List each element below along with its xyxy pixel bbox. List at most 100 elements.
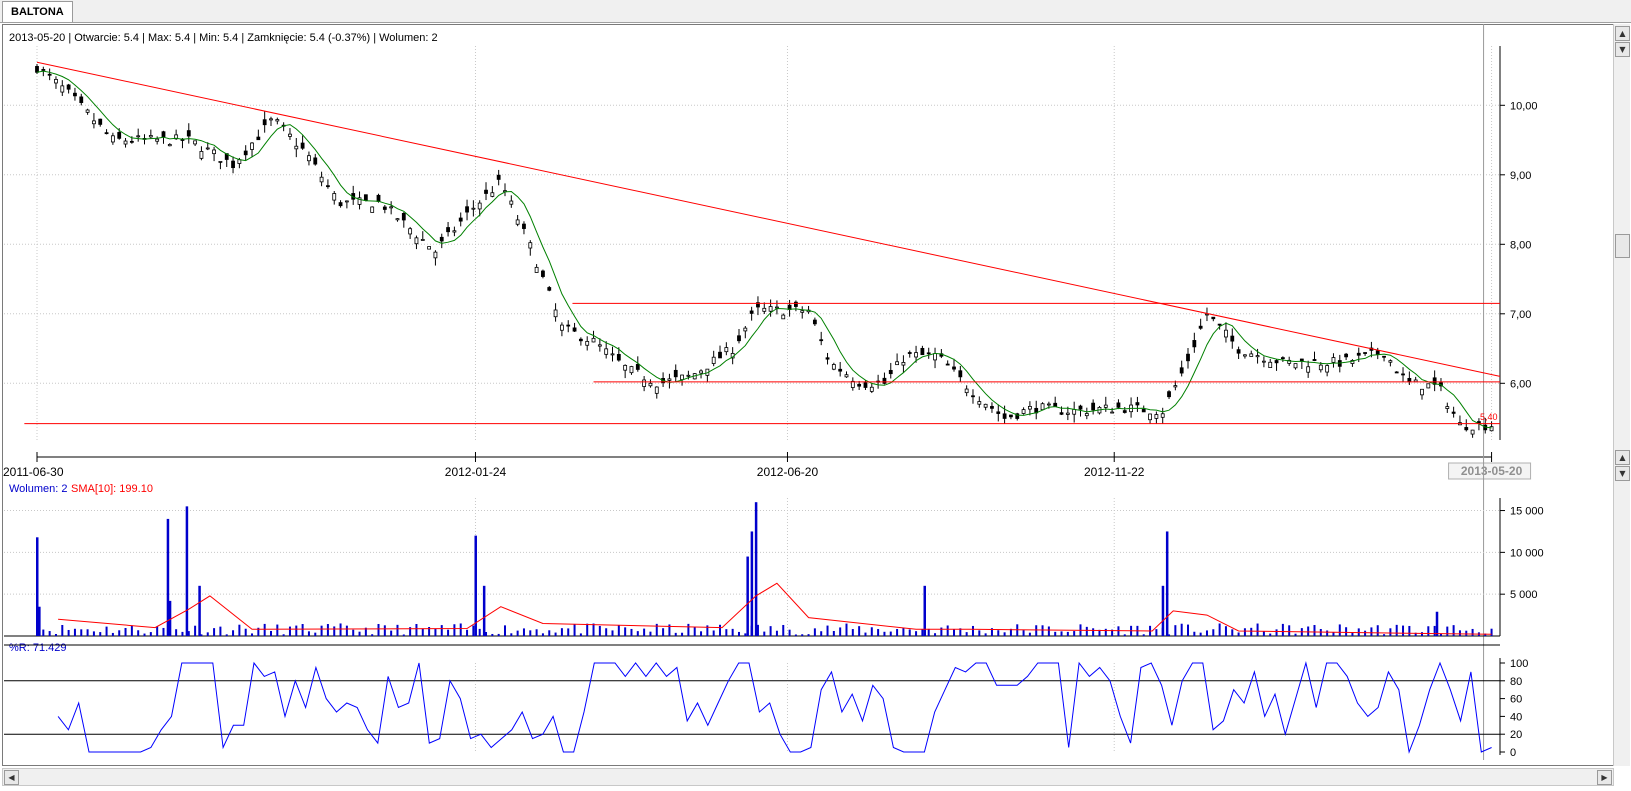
candle-body (1116, 402, 1121, 408)
candle-body (1407, 378, 1412, 383)
candle-body (439, 236, 444, 242)
volume-bar (1174, 625, 1177, 636)
volume-bar (687, 623, 690, 636)
candle-body (1217, 323, 1222, 326)
volume-bar (276, 624, 279, 636)
scroll-right-icon[interactable]: ▶ (1597, 770, 1612, 785)
candle-body (275, 119, 280, 122)
y-tick-label: 9,00 (1510, 170, 1531, 182)
candle-body (250, 142, 254, 150)
candle-body (363, 194, 368, 201)
wr-y-tick-label: 100 (1510, 658, 1528, 670)
scroll-up-icon[interactable]: ▲ (1615, 26, 1630, 41)
candle-body (288, 133, 292, 137)
candle-body (66, 84, 71, 90)
volume-bar (978, 630, 981, 636)
candle-body (1224, 329, 1228, 338)
horizontal-scrollbar[interactable]: ◀ ▶ (2, 768, 1614, 786)
volume-bar (156, 626, 159, 636)
candle-body (882, 377, 887, 384)
candle-body (888, 369, 893, 375)
candle-body (1091, 402, 1096, 411)
volume-bar (194, 625, 197, 636)
volume-bar (516, 630, 519, 636)
candle-body (528, 242, 533, 249)
candle-body (193, 140, 198, 145)
volume-bar (326, 624, 329, 636)
scroll-left-icon[interactable]: ◀ (4, 770, 19, 785)
volume-bar (921, 629, 924, 636)
candle-body (41, 69, 46, 71)
volume-bar (61, 624, 64, 636)
candle-body (604, 348, 609, 355)
candle-body (73, 92, 77, 97)
volume-bar (339, 623, 342, 636)
vertical-scrollbar[interactable]: ▲ ▼ ▲ ▼ (1613, 24, 1630, 766)
volume-bar (630, 628, 633, 636)
candle-body (389, 206, 394, 209)
volume-bar (1345, 627, 1348, 636)
volume-bar (181, 631, 184, 636)
volume-bar (927, 628, 930, 636)
candle-body (648, 382, 653, 387)
scroll-up-icon[interactable]: ▲ (1615, 450, 1630, 465)
volume-bar (358, 631, 361, 636)
volume-bar (1433, 625, 1436, 636)
candle-body (616, 354, 621, 361)
candle-body (737, 335, 741, 342)
volume-bar (1041, 625, 1044, 636)
candle-body (1420, 388, 1424, 396)
candle-body (1249, 353, 1254, 357)
candle-body (1028, 406, 1032, 410)
volume-bar (213, 628, 216, 636)
candle-body (819, 339, 824, 342)
candle-body (1211, 316, 1216, 320)
candle-body (1148, 413, 1152, 421)
volume-bar (99, 632, 102, 636)
volume-bar (206, 632, 209, 636)
volume-bar (1003, 632, 1006, 636)
scroll-down-icon[interactable]: ▼ (1615, 42, 1630, 57)
volume-bar (864, 632, 867, 636)
volume-bar (1370, 627, 1373, 636)
candle-body (983, 403, 988, 408)
wr-y-tick-label: 80 (1510, 676, 1522, 688)
candle-body (1274, 360, 1279, 364)
volume-bar (535, 629, 538, 636)
volume-bar (1408, 625, 1411, 636)
volume-bar (491, 633, 494, 636)
tab-baltona[interactable]: BALTONA (2, 1, 73, 22)
volume-bar (649, 631, 652, 636)
candle-body (300, 142, 305, 149)
candle-body (1363, 352, 1367, 354)
candle-body (844, 374, 849, 378)
candle-body (800, 310, 805, 313)
volume-sma-line (58, 582, 1492, 635)
volume-bar (1338, 624, 1341, 636)
candle-body (1394, 371, 1399, 374)
candle-body (218, 161, 223, 163)
volume-bar (731, 628, 734, 636)
candle-body (901, 362, 906, 366)
candle-body (838, 368, 843, 372)
volume-bar (782, 624, 785, 636)
volume-sma-label: SMA[10]: 199.10 (71, 483, 153, 495)
candle-body (420, 239, 425, 241)
volume-y-tick-label: 10 000 (1510, 547, 1544, 559)
volume-bar (282, 634, 285, 636)
volume-bar (459, 623, 462, 636)
volume-bar (832, 630, 835, 636)
candle-body (1053, 402, 1058, 407)
candle-body (452, 230, 457, 233)
volume-bar (307, 631, 310, 636)
volume-bar-peak (746, 556, 749, 636)
candle-body (47, 73, 52, 76)
scroll-thumb[interactable] (1615, 234, 1630, 258)
volume-bar (130, 625, 133, 636)
volume-bar (1250, 627, 1253, 636)
scroll-down-icon[interactable]: ▼ (1615, 466, 1630, 481)
volume-bar (175, 629, 178, 636)
volume-label: Wolumen: 2 (9, 483, 68, 495)
candle-body (1255, 355, 1260, 358)
y-tick-label: 8,00 (1510, 239, 1531, 251)
